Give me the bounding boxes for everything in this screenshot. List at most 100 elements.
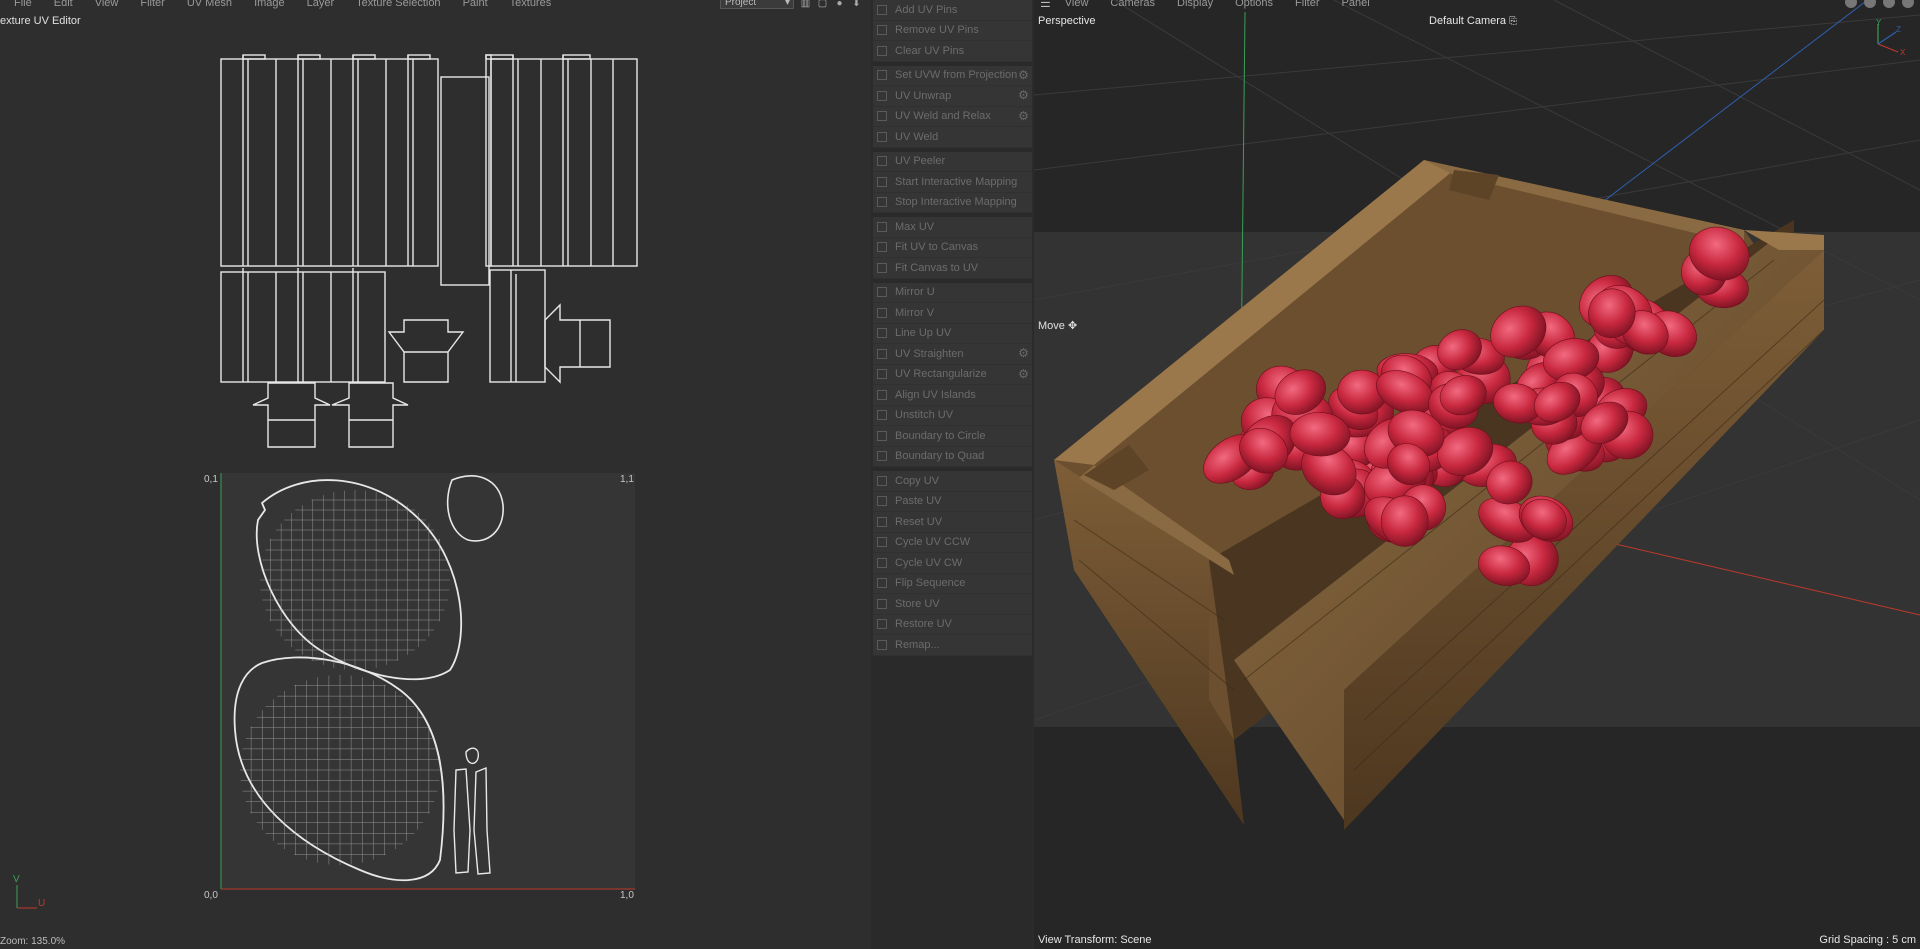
uv-command-flip-sequence[interactable]: Flip Sequence (873, 574, 1032, 594)
menu-file[interactable]: File (14, 0, 32, 9)
menu-filter[interactable]: Filter (140, 0, 164, 9)
menu-paint[interactable]: Paint (463, 0, 488, 9)
uv-command-group: Copy UV Paste UV Reset UV Cycle UV CCW Cycle… (873, 471, 1032, 656)
quad-icon (877, 451, 887, 462)
uv-commands-panel: Add UV Pins Remove UV Pins Clear UV Pins Se… (873, 0, 1032, 949)
uv-command-label: Boundary to Circle (895, 429, 986, 442)
camera-name-text: Default Camera (1429, 15, 1507, 27)
uv-command-label: Reset UV (895, 515, 943, 528)
sphere-icon[interactable]: ● (834, 0, 845, 9)
uv-command-store-uv[interactable]: Store UV (873, 594, 1032, 615)
hamburger-icon[interactable]: ☰ (1040, 0, 1051, 9)
menu-image[interactable]: Image (254, 0, 285, 9)
uv-coord-bottom-right: 1,0 (620, 890, 634, 901)
viewport-nav-icons (1845, 0, 1914, 8)
gear-icon[interactable]: ⚙ (1018, 110, 1029, 122)
uv-command-label: UV Peeler (895, 155, 946, 168)
uv-editor-title: exture UV Editor (0, 15, 81, 27)
project-select[interactable]: Project ▾ (720, 0, 794, 9)
menu-view[interactable]: View (95, 0, 119, 9)
uv-command-unstitch-uv[interactable]: Unstitch UV (873, 406, 1032, 426)
uv-command-label: Stop Interactive Mapping (895, 196, 1017, 209)
uv-command-uv-rectangularize[interactable]: UV Rectangularize ⚙ (873, 365, 1032, 385)
uv-command-fit-uv-to-canvas[interactable]: Fit UV to Canvas (873, 238, 1032, 258)
uv-command-label: Unstitch UV (895, 409, 954, 422)
uv-command-uv-weld-and-relax[interactable]: UV Weld and Relax ⚙ (873, 107, 1032, 127)
uv-command-start-interactive-mapping[interactable]: Start Interactive Mapping (873, 172, 1032, 193)
uv-command-mirror-u[interactable]: Mirror U (873, 283, 1032, 303)
pan-icon[interactable] (1845, 0, 1857, 8)
vp-menu-panel[interactable]: Panel (1342, 0, 1370, 9)
maximize-icon[interactable] (1902, 0, 1914, 8)
gear-icon[interactable]: ⚙ (1018, 89, 1029, 101)
uv-command-mirror-v[interactable]: Mirror V (873, 303, 1032, 324)
uv-command-stop-interactive-mapping[interactable]: Stop Interactive Mapping (873, 193, 1032, 213)
menu-texture-selection[interactable]: Texture Selection (356, 0, 440, 9)
uv-command-clear-uv-pins[interactable]: Clear UV Pins (873, 41, 1032, 62)
uv-axis-u-label: U (38, 898, 46, 909)
vp-menu-view[interactable]: View (1065, 0, 1089, 9)
uv-command-cycle-uv-ccw[interactable]: Cycle UV CCW (873, 533, 1032, 553)
uv-command-remap[interactable]: Remap... (873, 635, 1032, 656)
uv-command-label: UV Unwrap (895, 89, 952, 102)
uv-command-group: Max UV Fit UV to Canvas Fit Canvas to UV (873, 217, 1032, 279)
uv-command-group: Set UVW from Projection ⚙ UV Unwrap ⚙ UV Wel… (873, 65, 1032, 148)
uv-command-add-uv-pins[interactable]: Add UV Pins (873, 0, 1032, 21)
uv-command-uv-weld[interactable]: UV Weld (873, 127, 1032, 148)
move-icon: ✥ (1067, 320, 1078, 332)
vp-menu-filter[interactable]: Filter (1295, 0, 1319, 9)
uv-command-uv-straighten[interactable]: UV Straighten ⚙ (873, 344, 1032, 365)
rotate-camera-icon[interactable] (1883, 0, 1895, 8)
uv-canvas[interactable] (0, 0, 871, 949)
straighten-icon (877, 348, 887, 359)
gear-icon[interactable]: ⚙ (1018, 347, 1029, 359)
grid-icon[interactable]: ▥ (800, 0, 811, 9)
pin-remove-icon (877, 25, 887, 36)
cycle-cw-icon (877, 557, 887, 568)
weld-icon (877, 131, 887, 142)
uv-editor-toolbar: Project ▾ ▥ ▢ ● ⬇ (720, 0, 862, 9)
menu-textures[interactable]: Textures (510, 0, 552, 9)
uv-command-set-uvw-from-projection[interactable]: Set UVW from Projection ⚙ (873, 66, 1032, 86)
uv-editor-menubar: File Edit View Filter UV Mesh Image Laye… (14, 0, 573, 12)
uv-command-line-up-uv[interactable]: Line Up UV (873, 324, 1032, 344)
uv-command-fit-canvas-to-uv[interactable]: Fit Canvas to UV (873, 258, 1032, 279)
uv-command-label: Copy UV (895, 474, 940, 487)
uv-command-restore-uv[interactable]: Restore UV (873, 615, 1032, 635)
uv-command-label: Remap... (895, 638, 940, 651)
uv-axis-v-label: V (13, 874, 20, 885)
uv-command-align-uv-islands[interactable]: Align UV Islands (873, 385, 1032, 406)
uv-command-copy-uv[interactable]: Copy UV (873, 471, 1032, 492)
camera-name[interactable]: Default Camera ⎘ (1429, 15, 1517, 27)
projection-icon (877, 70, 887, 81)
menu-layer[interactable]: Layer (307, 0, 335, 9)
uv-command-label: Mirror V (895, 306, 935, 319)
uv-command-paste-uv[interactable]: Paste UV (873, 492, 1032, 512)
uv-command-boundary-to-circle[interactable]: Boundary to Circle (873, 426, 1032, 447)
stop-icon (877, 197, 887, 208)
uv-command-boundary-to-quad[interactable]: Boundary to Quad (873, 447, 1032, 467)
uv-command-label: Max UV (895, 220, 935, 233)
viewport-canvas[interactable] (1034, 0, 1920, 949)
uv-command-remove-uv-pins[interactable]: Remove UV Pins (873, 21, 1032, 41)
vp-menu-cameras[interactable]: Cameras (1110, 0, 1155, 9)
move-camera-icon[interactable] (1864, 0, 1876, 8)
menu-uv-mesh[interactable]: UV Mesh (187, 0, 232, 9)
arrow-down-icon[interactable]: ⬇ (851, 0, 862, 9)
vp-menu-options[interactable]: Options (1235, 0, 1273, 9)
gear-icon[interactable]: ⚙ (1018, 69, 1029, 81)
uv-command-uv-peeler[interactable]: UV Peeler (873, 152, 1032, 172)
uv-command-uv-unwrap[interactable]: UV Unwrap ⚙ (873, 86, 1032, 107)
uv-command-label: Start Interactive Mapping (895, 175, 1018, 188)
uv-command-max-uv[interactable]: Max UV (873, 217, 1032, 238)
grid-spacing: Grid Spacing : 5 cm (1819, 934, 1916, 946)
uv-command-reset-uv[interactable]: Reset UV (873, 512, 1032, 533)
viewport-panel[interactable]: ☰ View Cameras Display Options Filter Pa… (1034, 0, 1920, 949)
uv-command-cycle-uv-cw[interactable]: Cycle UV CW (873, 553, 1032, 574)
vp-menu-display[interactable]: Display (1177, 0, 1213, 9)
uv-command-label: Cycle UV CW (895, 556, 963, 569)
uv-command-group: UV Peeler Start Interactive Mapping Stop I… (873, 151, 1032, 213)
menu-edit[interactable]: Edit (54, 0, 73, 9)
gear-icon[interactable]: ⚙ (1018, 368, 1029, 380)
frame-icon[interactable]: ▢ (817, 0, 828, 9)
